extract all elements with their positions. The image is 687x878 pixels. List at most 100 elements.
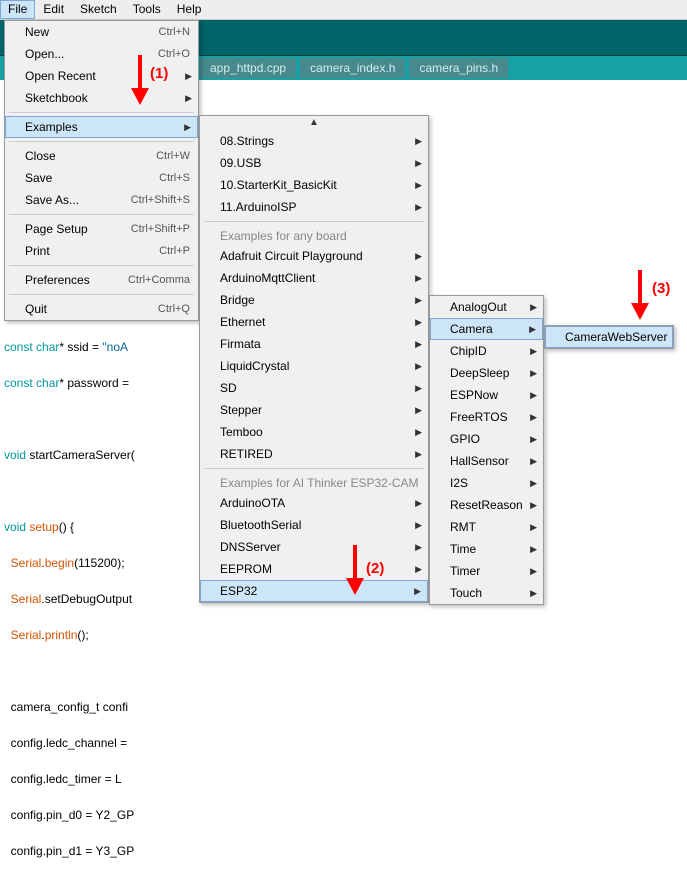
menu-item-label: Open...	[25, 47, 158, 61]
menu-item-label: EEPROM	[220, 562, 420, 576]
menu-separator	[9, 112, 194, 113]
menu-item-label: I2S	[450, 476, 535, 490]
submenu-arrow-icon: ▶	[530, 544, 537, 555]
menu-item-label: Stepper	[220, 403, 420, 417]
menu-item-label: DNSServer	[220, 540, 420, 554]
menu-item-label: 08.Strings	[220, 134, 420, 148]
menu-item-label: FreeRTOS	[450, 410, 535, 424]
submenu-arrow-icon: ▶	[415, 136, 422, 147]
submenu-arrow-icon: ▶	[415, 498, 422, 509]
menu-item-label: Save	[25, 171, 159, 185]
examples-g1-item-1[interactable]: ArduinoMqttClient▶	[200, 267, 428, 289]
submenu-arrow-icon: ▶	[415, 273, 422, 284]
menu-item-label: ArduinoOTA	[220, 496, 420, 510]
camera-dropdown: CameraWebServer	[544, 325, 674, 349]
menu-item-label: Sketchbook	[25, 91, 190, 105]
examples-g1-item-8[interactable]: Temboo▶	[200, 421, 428, 443]
submenu-arrow-icon: ▶	[415, 542, 422, 553]
submenu-arrow-icon: ▶	[530, 588, 537, 599]
examples-top-item-0[interactable]: 08.Strings▶	[200, 130, 428, 152]
menu-item-label: DeepSleep	[450, 366, 535, 380]
examples-g2-item-2[interactable]: DNSServer▶	[200, 536, 428, 558]
esp32-item-12[interactable]: Timer▶	[430, 560, 543, 582]
menu-item-label: RMT	[450, 520, 535, 534]
examples-g1-item-0[interactable]: Adafruit Circuit Playground▶	[200, 245, 428, 267]
esp32-item-3[interactable]: DeepSleep▶	[430, 362, 543, 384]
file-item-12[interactable]: PrintCtrl+P	[5, 240, 198, 262]
menu-item-label: ChipID	[450, 344, 535, 358]
submenu-arrow-icon: ▶	[530, 478, 537, 489]
tab-camera-index[interactable]: camera_index.h	[300, 58, 405, 78]
esp32-item-1[interactable]: Camera▶	[430, 318, 543, 340]
menu-item-label: Bridge	[220, 293, 420, 307]
esp32-item-11[interactable]: Time▶	[430, 538, 543, 560]
menu-edit[interactable]: Edit	[35, 0, 72, 19]
file-item-14[interactable]: PreferencesCtrl+Comma	[5, 269, 198, 291]
examples-g1-item-5[interactable]: LiquidCrystal▶	[200, 355, 428, 377]
examples-g2-item-3[interactable]: EEPROM▶	[200, 558, 428, 580]
camera-item-0[interactable]: CameraWebServer	[545, 326, 673, 348]
esp32-item-2[interactable]: ChipID▶	[430, 340, 543, 362]
file-item-8[interactable]: SaveCtrl+S	[5, 167, 198, 189]
examples-g1-item-4[interactable]: Firmata▶	[200, 333, 428, 355]
examples-g2-item-4[interactable]: ESP32▶	[200, 580, 428, 602]
esp32-item-4[interactable]: ESPNow▶	[430, 384, 543, 406]
file-item-16[interactable]: QuitCtrl+Q	[5, 298, 198, 320]
tab-app-httpd[interactable]: app_httpd.cpp	[200, 58, 296, 78]
submenu-arrow-icon: ▶	[415, 295, 422, 306]
examples-g2-item-0[interactable]: ArduinoOTA▶	[200, 492, 428, 514]
esp32-item-13[interactable]: Touch▶	[430, 582, 543, 604]
examples-top-item-2[interactable]: 10.StarterKit_BasicKit▶	[200, 174, 428, 196]
file-item-0[interactable]: NewCtrl+N	[5, 21, 198, 43]
menu-item-label: Touch	[450, 586, 535, 600]
menu-item-label: Temboo	[220, 425, 420, 439]
file-item-2[interactable]: Open Recent▶	[5, 65, 198, 87]
submenu-arrow-icon: ▶	[415, 180, 422, 191]
menu-separator	[9, 214, 194, 215]
esp32-item-10[interactable]: RMT▶	[430, 516, 543, 538]
menu-item-label: GPIO	[450, 432, 535, 446]
menu-item-label: RETIRED	[220, 447, 420, 461]
examples-top-item-1[interactable]: 09.USB▶	[200, 152, 428, 174]
menu-sketch[interactable]: Sketch	[72, 0, 125, 19]
esp32-item-5[interactable]: FreeRTOS▶	[430, 406, 543, 428]
submenu-arrow-icon: ▶	[415, 361, 422, 372]
tab-camera-pins[interactable]: camera_pins.h	[409, 58, 508, 78]
submenu-arrow-icon: ▶	[415, 449, 422, 460]
examples-dropdown: ▲08.Strings▶09.USB▶10.StarterKit_BasicKi…	[199, 115, 429, 603]
esp32-item-6[interactable]: GPIO▶	[430, 428, 543, 450]
scroll-up-icon[interactable]: ▲	[200, 116, 428, 130]
menu-shortcut: Ctrl+Comma	[128, 274, 190, 286]
examples-top-item-3[interactable]: 11.ArduinoISP▶	[200, 196, 428, 218]
examples-g1-item-9[interactable]: RETIRED▶	[200, 443, 428, 465]
file-item-11[interactable]: Page SetupCtrl+Shift+P	[5, 218, 198, 240]
esp32-item-9[interactable]: ResetReason▶	[430, 494, 543, 516]
examples-header-any: Examples for any board	[200, 225, 428, 245]
file-item-9[interactable]: Save As...Ctrl+Shift+S	[5, 189, 198, 211]
submenu-arrow-icon: ▶	[530, 346, 537, 357]
submenu-arrow-icon: ▶	[530, 434, 537, 445]
file-item-5[interactable]: Examples▶	[5, 116, 198, 138]
esp32-item-7[interactable]: HallSensor▶	[430, 450, 543, 472]
file-item-7[interactable]: CloseCtrl+W	[5, 145, 198, 167]
submenu-arrow-icon: ▶	[415, 202, 422, 213]
examples-g2-item-1[interactable]: BluetoothSerial▶	[200, 514, 428, 536]
submenu-arrow-icon: ▶	[415, 405, 422, 416]
esp32-item-8[interactable]: I2S▶	[430, 472, 543, 494]
file-dropdown: NewCtrl+NOpen...Ctrl+OOpen Recent▶Sketch…	[4, 20, 199, 321]
esp32-item-0[interactable]: AnalogOut▶	[430, 296, 543, 318]
examples-g1-item-3[interactable]: Ethernet▶	[200, 311, 428, 333]
menu-tools[interactable]: Tools	[125, 0, 169, 19]
examples-g1-item-6[interactable]: SD▶	[200, 377, 428, 399]
menu-help[interactable]: Help	[169, 0, 210, 19]
menu-shortcut: Ctrl+N	[159, 26, 190, 38]
submenu-arrow-icon: ▶	[415, 251, 422, 262]
menu-shortcut: Ctrl+W	[156, 150, 190, 162]
examples-g1-item-2[interactable]: Bridge▶	[200, 289, 428, 311]
menu-file[interactable]: File	[0, 0, 35, 19]
file-item-1[interactable]: Open...Ctrl+O	[5, 43, 198, 65]
menu-shortcut: Ctrl+Shift+P	[131, 223, 190, 235]
menu-separator	[9, 294, 194, 295]
examples-g1-item-7[interactable]: Stepper▶	[200, 399, 428, 421]
file-item-3[interactable]: Sketchbook▶	[5, 87, 198, 109]
